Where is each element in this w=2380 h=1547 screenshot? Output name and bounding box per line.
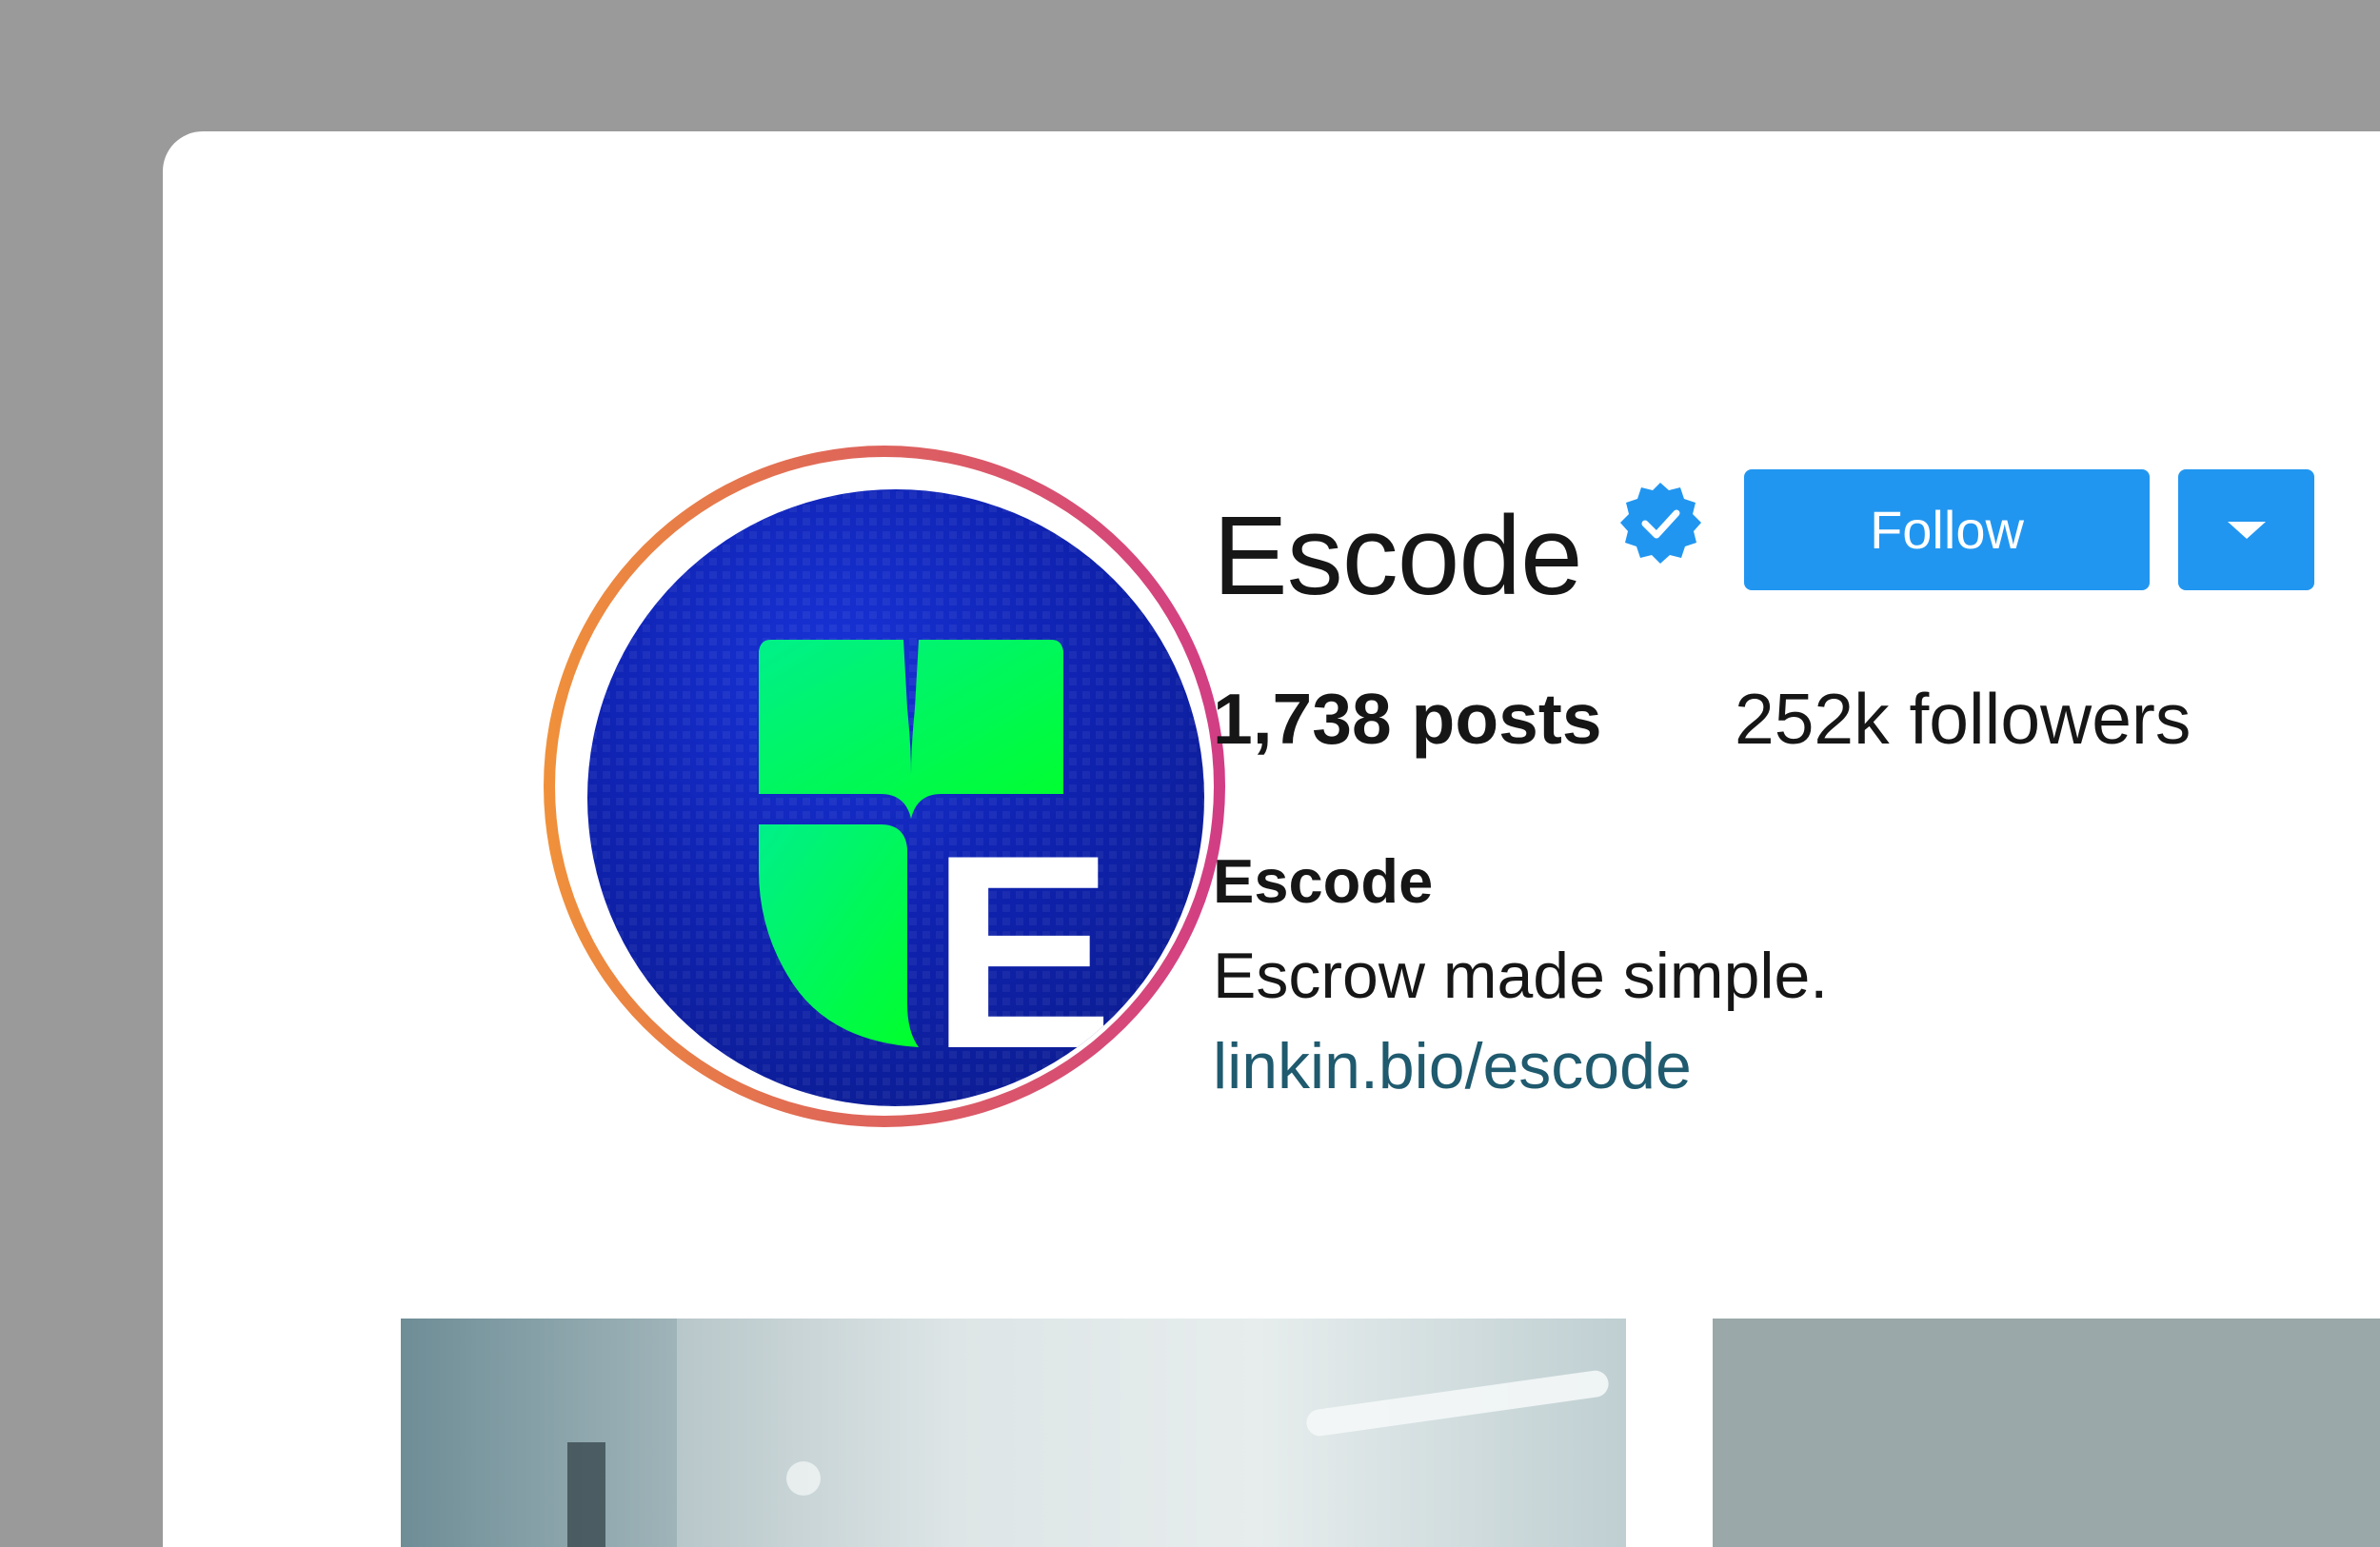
- more-options-button[interactable]: [2178, 469, 2314, 590]
- posts-count[interactable]: 1,738 posts: [1213, 684, 1602, 755]
- bio-link[interactable]: linkin.bio/escode: [1213, 1034, 1692, 1099]
- avatar[interactable]: E: [587, 489, 1204, 1106]
- follow-button[interactable]: Follow: [1744, 469, 2150, 590]
- profile-username: Escode: [1213, 493, 1583, 619]
- post-thumbnail[interactable]: [1713, 1319, 2380, 1547]
- escode-logo: E: [587, 489, 1204, 1106]
- verified-badge-icon: [1614, 479, 1707, 572]
- logo-letter: E: [930, 798, 1114, 1106]
- profile-window: E Escode Follow 1,738 posts 252k followe…: [163, 131, 2380, 1547]
- chevron-down-icon: [2227, 521, 2266, 539]
- post-thumbnail[interactable]: [401, 1319, 1626, 1547]
- bio-name: Escode: [1213, 846, 1434, 916]
- avatar-ring-gap: E: [555, 457, 1214, 1116]
- bio-text: Escrow made simple.: [1213, 940, 1829, 1012]
- avatar-story-ring[interactable]: E: [544, 446, 1225, 1127]
- followers-count[interactable]: 252k followers: [1735, 684, 2191, 755]
